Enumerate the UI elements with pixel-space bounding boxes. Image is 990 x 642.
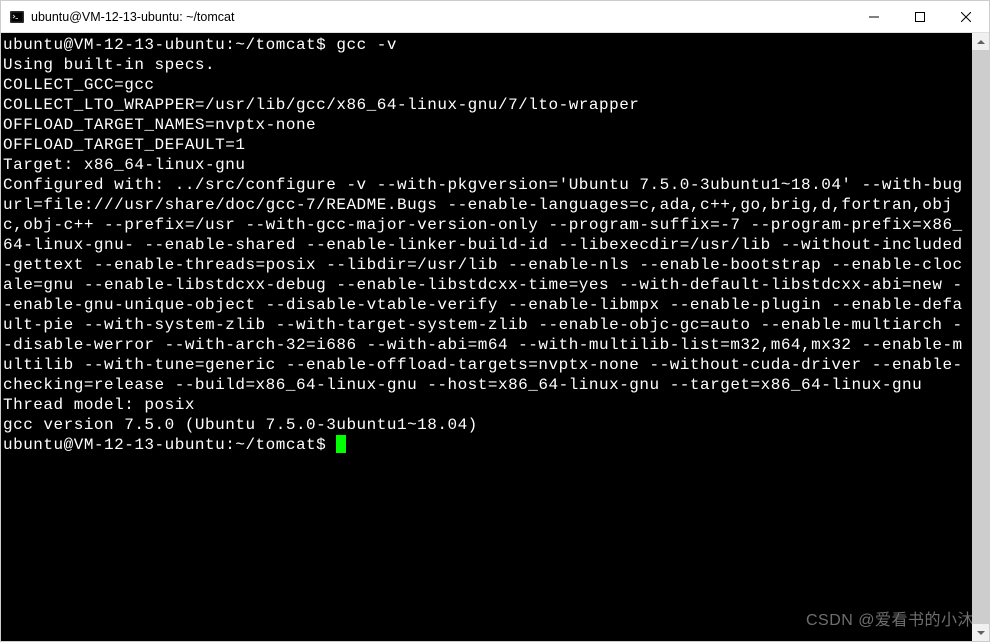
output-line: OFFLOAD_TARGET_NAMES=nvptx-none xyxy=(3,116,316,134)
cursor-block xyxy=(336,435,346,453)
app-icon xyxy=(9,9,25,25)
window-frame: ubuntu@VM-12-13-ubuntu: ~/tomcat ubuntu@… xyxy=(0,0,990,642)
output-line: Configured with: ../src/configure -v --w… xyxy=(3,176,963,394)
output-line: COLLECT_LTO_WRAPPER=/usr/lib/gcc/x86_64-… xyxy=(3,96,639,114)
terminal-wrap: ubuntu@VM-12-13-ubuntu:~/tomcat$ gcc -v … xyxy=(1,33,989,641)
scroll-up-arrow-icon[interactable] xyxy=(972,33,989,50)
prompt-line: ubuntu@VM-12-13-ubuntu:~/tomcat$ xyxy=(3,36,336,54)
output-line: OFFLOAD_TARGET_DEFAULT=1 xyxy=(3,136,245,154)
titlebar[interactable]: ubuntu@VM-12-13-ubuntu: ~/tomcat xyxy=(1,1,989,33)
output-line: gcc version 7.5.0 (Ubuntu 7.5.0-3ubuntu1… xyxy=(3,416,478,434)
scroll-track[interactable] xyxy=(972,50,989,624)
output-line: Using built-in specs. xyxy=(3,56,215,74)
scroll-thumb[interactable] xyxy=(972,50,989,624)
maximize-button[interactable] xyxy=(897,1,943,32)
command-text: gcc -v xyxy=(336,36,397,54)
window-controls xyxy=(851,1,989,32)
prompt-line: ubuntu@VM-12-13-ubuntu:~/tomcat$ xyxy=(3,436,336,454)
vertical-scrollbar[interactable] xyxy=(972,33,989,641)
scroll-down-arrow-icon[interactable] xyxy=(972,624,989,641)
close-button[interactable] xyxy=(943,1,989,32)
output-line: Thread model: posix xyxy=(3,396,195,414)
output-line: Target: x86_64-linux-gnu xyxy=(3,156,245,174)
window-title: ubuntu@VM-12-13-ubuntu: ~/tomcat xyxy=(31,10,851,24)
output-line: COLLECT_GCC=gcc xyxy=(3,76,155,94)
terminal[interactable]: ubuntu@VM-12-13-ubuntu:~/tomcat$ gcc -v … xyxy=(1,33,972,641)
minimize-button[interactable] xyxy=(851,1,897,32)
